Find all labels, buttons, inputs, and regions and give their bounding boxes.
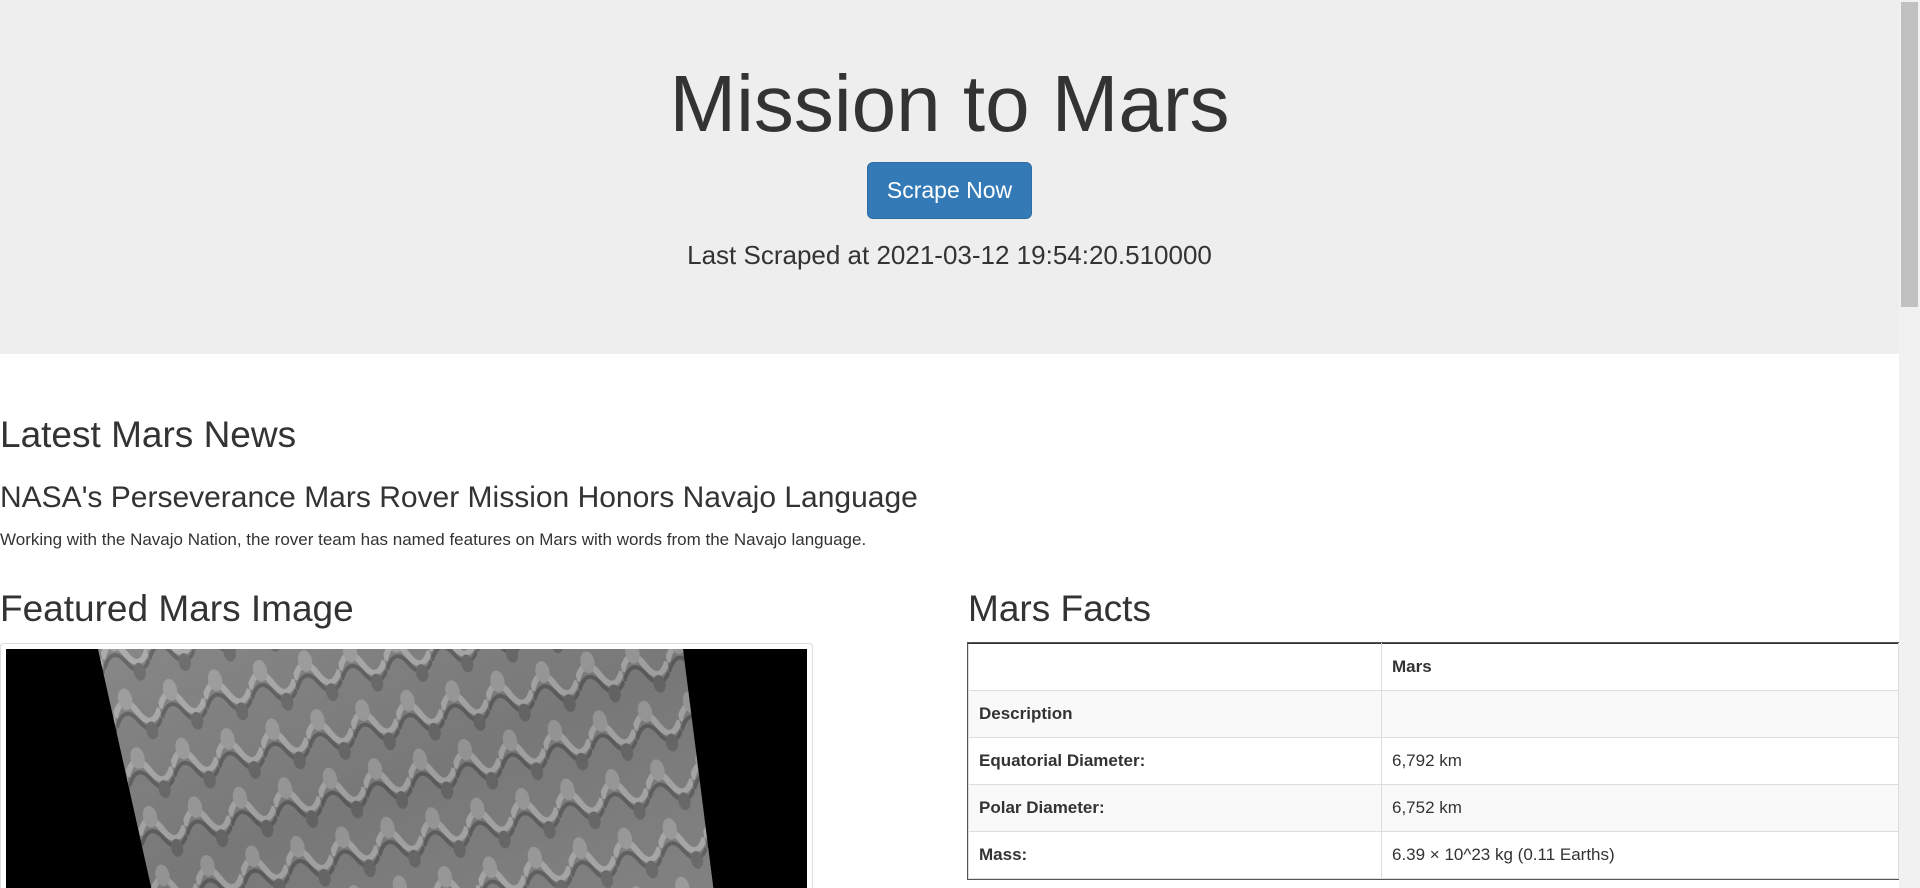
fact-label: Mass: [968, 831, 1382, 879]
table-header-mars: Mars [1381, 643, 1899, 691]
mars-facts-table: Mars Description Equatorial Diameter: 6,… [967, 642, 1900, 880]
mars-facts-heading: Mars Facts [968, 588, 1151, 629]
fact-value: 6.39 × 10^23 kg (0.11 Earths) [1381, 831, 1899, 879]
table-header-empty [968, 643, 1382, 691]
fact-value: 6,792 km [1381, 737, 1899, 785]
news-teaser: Working with the Navajo Nation, the rove… [0, 530, 867, 549]
page-title: Mission to Mars [669, 59, 1230, 148]
featured-image[interactable] [0, 643, 813, 888]
news-heading: Latest Mars News [0, 414, 297, 455]
fact-value [1381, 690, 1899, 738]
mars-dunes-image [6, 649, 807, 888]
featured-image-heading: Featured Mars Image [0, 588, 354, 629]
table-row: Equatorial Diameter: 6,792 km [968, 737, 1899, 785]
fact-label: Equatorial Diameter: [968, 737, 1382, 785]
jumbotron-header: Mission to Mars Scrape Now Last Scraped … [0, 0, 1899, 354]
last-scraped-text: Last Scraped at 2021-03-12 19:54:20.5100… [687, 240, 1212, 270]
table-row: Mass: 6.39 × 10^23 kg (0.11 Earths) [968, 831, 1899, 879]
table-row: Description [968, 690, 1899, 738]
table-row: Polar Diameter: 6,752 km [968, 784, 1899, 832]
fact-label: Description [968, 690, 1382, 738]
table-header-row: Mars [968, 643, 1899, 691]
fact-value: 6,752 km [1381, 784, 1899, 832]
scrape-now-button[interactable]: Scrape Now [867, 162, 1032, 219]
news-title: NASA's Perseverance Mars Rover Mission H… [0, 481, 918, 514]
fact-label: Polar Diameter: [968, 784, 1382, 832]
scrollbar-thumb[interactable] [1901, 2, 1918, 307]
